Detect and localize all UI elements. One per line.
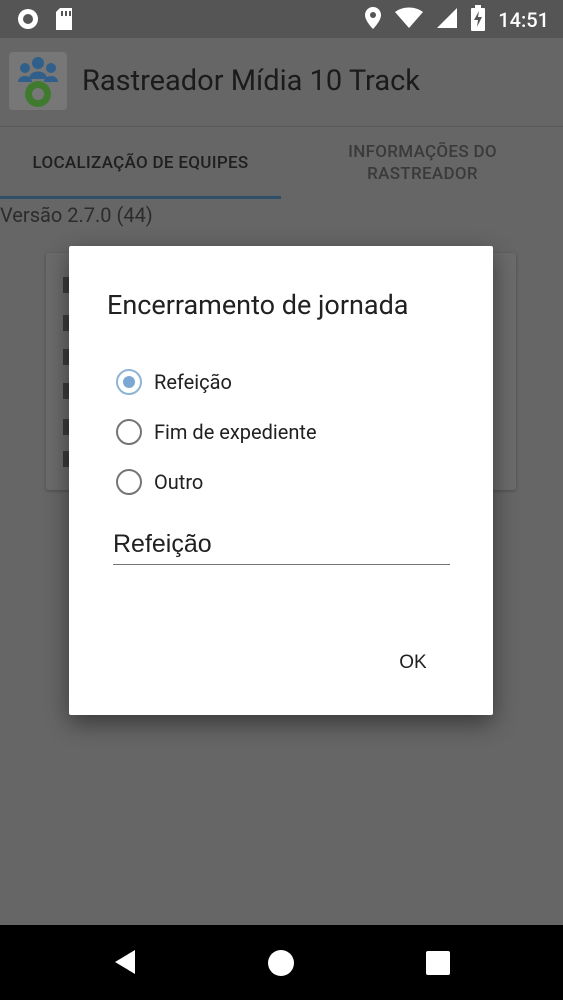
tab-informacoes-do-rastreador[interactable]: INFORMAÇÕES DO RASTREADOR xyxy=(282,127,563,199)
circle-status-icon xyxy=(16,7,40,35)
reason-text-field[interactable] xyxy=(113,524,450,565)
battery-charging-icon xyxy=(470,5,486,35)
wifi-icon xyxy=(394,7,424,33)
tab-indicator xyxy=(0,196,281,199)
radio-label: Outro xyxy=(154,470,204,494)
ok-button[interactable]: OK xyxy=(380,643,446,683)
status-time: 14:51 xyxy=(498,8,549,32)
radio-checked-icon[interactable] xyxy=(116,369,142,395)
radio-label: Fim de expediente xyxy=(154,420,317,444)
radio-option-fim-de-expediente[interactable]: Fim de expediente xyxy=(116,419,317,445)
dialog-title: Encerramento de jornada xyxy=(107,289,409,321)
sd-card-icon xyxy=(54,7,74,35)
version-text: Versão 2.7.0 (44) xyxy=(0,203,153,227)
recents-icon[interactable] xyxy=(426,951,450,975)
tab-bar: LOCALIZAÇÃO DE EQUIPES INFORMAÇÕES DO RA… xyxy=(0,127,563,199)
end-of-day-dialog: Encerramento de jornada Refeição Fim de … xyxy=(69,246,493,715)
radio-option-refeicao[interactable]: Refeição xyxy=(116,369,232,395)
back-icon[interactable] xyxy=(113,949,137,979)
tab-localizacao-de-equipes[interactable]: LOCALIZAÇÃO DE EQUIPES xyxy=(0,127,281,199)
team-gear-logo-icon xyxy=(9,52,67,110)
app-bar: Rastreador Mídia 10 Track xyxy=(0,38,563,127)
location-icon xyxy=(364,6,382,34)
navigation-bar xyxy=(0,925,563,1000)
signal-icon xyxy=(436,7,458,33)
app-title: Rastreador Mídia 10 Track xyxy=(82,64,420,98)
radio-label: Refeição xyxy=(154,370,232,394)
radio-unchecked-icon[interactable] xyxy=(116,419,142,445)
radio-unchecked-icon[interactable] xyxy=(116,469,142,495)
tab-label: INFORMAÇÕES DO RASTREADOR xyxy=(348,142,497,184)
home-icon[interactable] xyxy=(268,950,294,976)
radio-option-outro[interactable]: Outro xyxy=(116,469,203,495)
status-bar: 14:51 xyxy=(0,0,563,38)
